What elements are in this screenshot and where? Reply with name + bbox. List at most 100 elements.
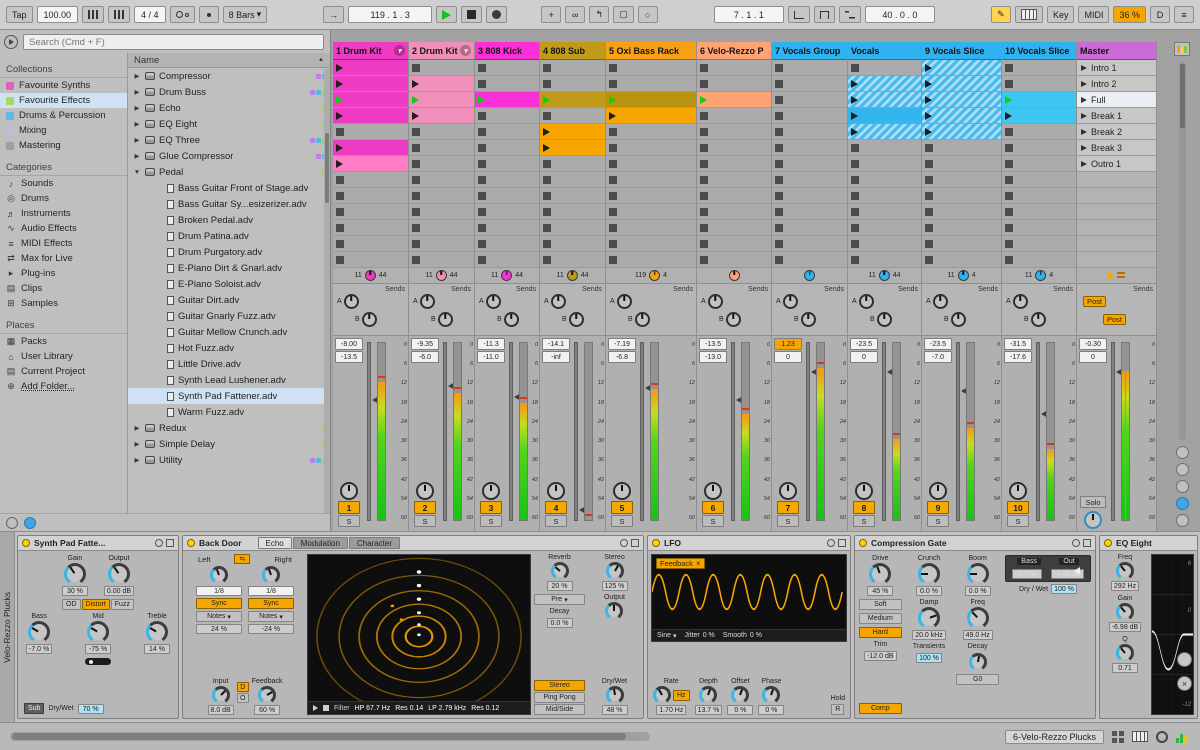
retrigger-button[interactable]: R xyxy=(831,704,845,715)
clip-slot[interactable] xyxy=(606,252,696,268)
sync-button[interactable]: Sync xyxy=(248,598,294,609)
echo-tab[interactable]: Echo xyxy=(257,537,292,549)
scene-slot[interactable]: Break 2 xyxy=(1077,124,1156,140)
pan-knob-large[interactable] xyxy=(416,482,434,500)
sidebar-item-category[interactable]: ⇄ Max for Live xyxy=(0,251,127,266)
clip-slot[interactable] xyxy=(606,236,696,252)
clip-slot[interactable] xyxy=(475,124,539,140)
clip-slot[interactable] xyxy=(772,252,847,268)
decay-value[interactable]: 0.0 % xyxy=(546,618,573,628)
clip-slot[interactable] xyxy=(697,108,771,124)
clip-slot[interactable] xyxy=(1002,108,1076,124)
clip-slot[interactable] xyxy=(333,156,408,172)
clip-slot[interactable] xyxy=(540,108,605,124)
browser-entry[interactable]: ▶ Drum Buss xyxy=(128,84,330,100)
scene-slot[interactable]: Intro 2 xyxy=(1077,76,1156,92)
save-preset-icon[interactable] xyxy=(631,539,639,547)
scene-play-icon[interactable] xyxy=(1081,160,1087,167)
scene-slot[interactable]: Intro 1 xyxy=(1077,60,1156,76)
volume-value[interactable]: -11.0 xyxy=(477,351,505,363)
clip-slot[interactable] xyxy=(540,172,605,188)
clip-slot[interactable] xyxy=(697,76,771,92)
track-header[interactable]: Vocals ▾ xyxy=(848,42,921,60)
mode-pingpong-button[interactable]: Ping Pong xyxy=(534,692,585,703)
clip-slot[interactable] xyxy=(475,76,539,92)
clip-slot[interactable] xyxy=(697,172,771,188)
knob-value[interactable]: -7.0 % xyxy=(26,644,53,654)
offset-value[interactable]: 24 % xyxy=(196,624,242,634)
clip-slot[interactable] xyxy=(409,220,474,236)
volume-fader[interactable] xyxy=(574,342,586,521)
arrangement-position-display[interactable]: 119 . 1 . 3 xyxy=(348,6,433,23)
reverb-knob[interactable] xyxy=(550,562,569,580)
sidebar-item-category[interactable]: ♬ Instruments xyxy=(0,206,127,221)
eq-curve-display[interactable]: 60-6-12 xyxy=(1151,554,1194,715)
volume-value[interactable]: 0 xyxy=(774,351,802,363)
clip-slot[interactable] xyxy=(540,220,605,236)
clip-slot[interactable] xyxy=(333,92,408,108)
clip-slot[interactable] xyxy=(697,156,771,172)
sidebar-item-collection[interactable]: Mixing xyxy=(0,123,127,138)
panel-toggle-button[interactable] xyxy=(1177,652,1192,667)
device-on-led[interactable] xyxy=(1104,539,1112,547)
dry-wet-value[interactable]: 70 % xyxy=(77,703,104,714)
clip-slot[interactable] xyxy=(772,60,847,76)
knob-value[interactable]: 49.0 Hz xyxy=(962,630,993,640)
macro-knob[interactable] xyxy=(28,621,51,643)
clip-grid-icon[interactable] xyxy=(1112,730,1124,743)
clip-slot[interactable] xyxy=(848,172,921,188)
scene-play-icon[interactable] xyxy=(1081,80,1087,87)
pan-knob-large[interactable] xyxy=(482,482,500,500)
clip-slot[interactable] xyxy=(922,124,1001,140)
scene-slot[interactable]: Outro 1 xyxy=(1077,156,1156,172)
nudge-down-button[interactable] xyxy=(82,6,105,23)
eq-knob[interactable] xyxy=(1116,603,1134,621)
send-a-knob[interactable] xyxy=(419,294,435,309)
browser-entry[interactable]: Bass Guitar Front of Stage.adv xyxy=(128,180,330,196)
stereo-link-button[interactable]: ⇆ xyxy=(234,554,251,564)
pan-knob-large[interactable] xyxy=(547,482,565,500)
send-b-knob[interactable] xyxy=(503,312,519,327)
volume-fader[interactable] xyxy=(1036,342,1048,521)
clip-slot[interactable] xyxy=(475,236,539,252)
clip-slot[interactable] xyxy=(606,76,696,92)
wave-select-dropdown[interactable]: Sine ▾ xyxy=(657,632,677,640)
pan-knob[interactable] xyxy=(1035,270,1047,281)
pan-knob[interactable] xyxy=(878,270,890,281)
mixer-toggle-sends[interactable] xyxy=(1175,463,1189,476)
clip-slot[interactable] xyxy=(922,220,1001,236)
mode-button[interactable]: Distort xyxy=(81,599,110,610)
master-solo-button[interactable]: Solo xyxy=(1080,496,1106,508)
delay-division-value[interactable]: 1/8 xyxy=(248,586,294,596)
knob-value[interactable]: -6.98 dB xyxy=(1108,622,1142,632)
scene-slot[interactable]: Break 3 xyxy=(1077,140,1156,156)
track-activator-button[interactable]: 6 xyxy=(702,501,724,514)
macro-knob[interactable] xyxy=(107,563,130,585)
knob-value[interactable]: 0 % xyxy=(727,705,754,715)
clip-slot[interactable] xyxy=(409,188,474,204)
browser-entry[interactable]: ▼ Pedal xyxy=(128,164,330,180)
clip-slot[interactable] xyxy=(540,76,605,92)
save-preset-icon[interactable] xyxy=(838,539,846,547)
filter-hp-value[interactable]: HP 67.7 Hz xyxy=(355,705,391,712)
solo-button[interactable]: S xyxy=(414,515,436,527)
knob-value[interactable]: 48 % xyxy=(601,705,628,715)
clip-slot[interactable] xyxy=(922,60,1001,76)
track-activator-button[interactable]: 1 xyxy=(338,501,360,514)
clip-slot[interactable] xyxy=(922,172,1001,188)
clip-slot[interactable] xyxy=(1002,252,1076,268)
jitter-control[interactable]: Jitter 0 % xyxy=(685,632,715,639)
track-title-vertical[interactable]: Velo-Rezzo Plucks xyxy=(0,532,15,722)
volume-fader[interactable] xyxy=(443,342,455,521)
drive-knob[interactable] xyxy=(869,563,892,585)
scene-play-icon[interactable] xyxy=(1081,128,1087,135)
clip-slot[interactable] xyxy=(409,76,474,92)
clip-slot[interactable] xyxy=(1002,76,1076,92)
clip-slot[interactable] xyxy=(540,252,605,268)
session-vertical-scrollbar[interactable] xyxy=(1178,62,1186,440)
track-activator-button[interactable]: 10 xyxy=(1007,501,1029,514)
sub-button[interactable]: Sub xyxy=(24,703,45,714)
send-b-knob[interactable] xyxy=(950,312,966,327)
volume-value[interactable]: -13.0 xyxy=(699,351,727,363)
volume-value[interactable]: -7.0 xyxy=(924,351,952,363)
